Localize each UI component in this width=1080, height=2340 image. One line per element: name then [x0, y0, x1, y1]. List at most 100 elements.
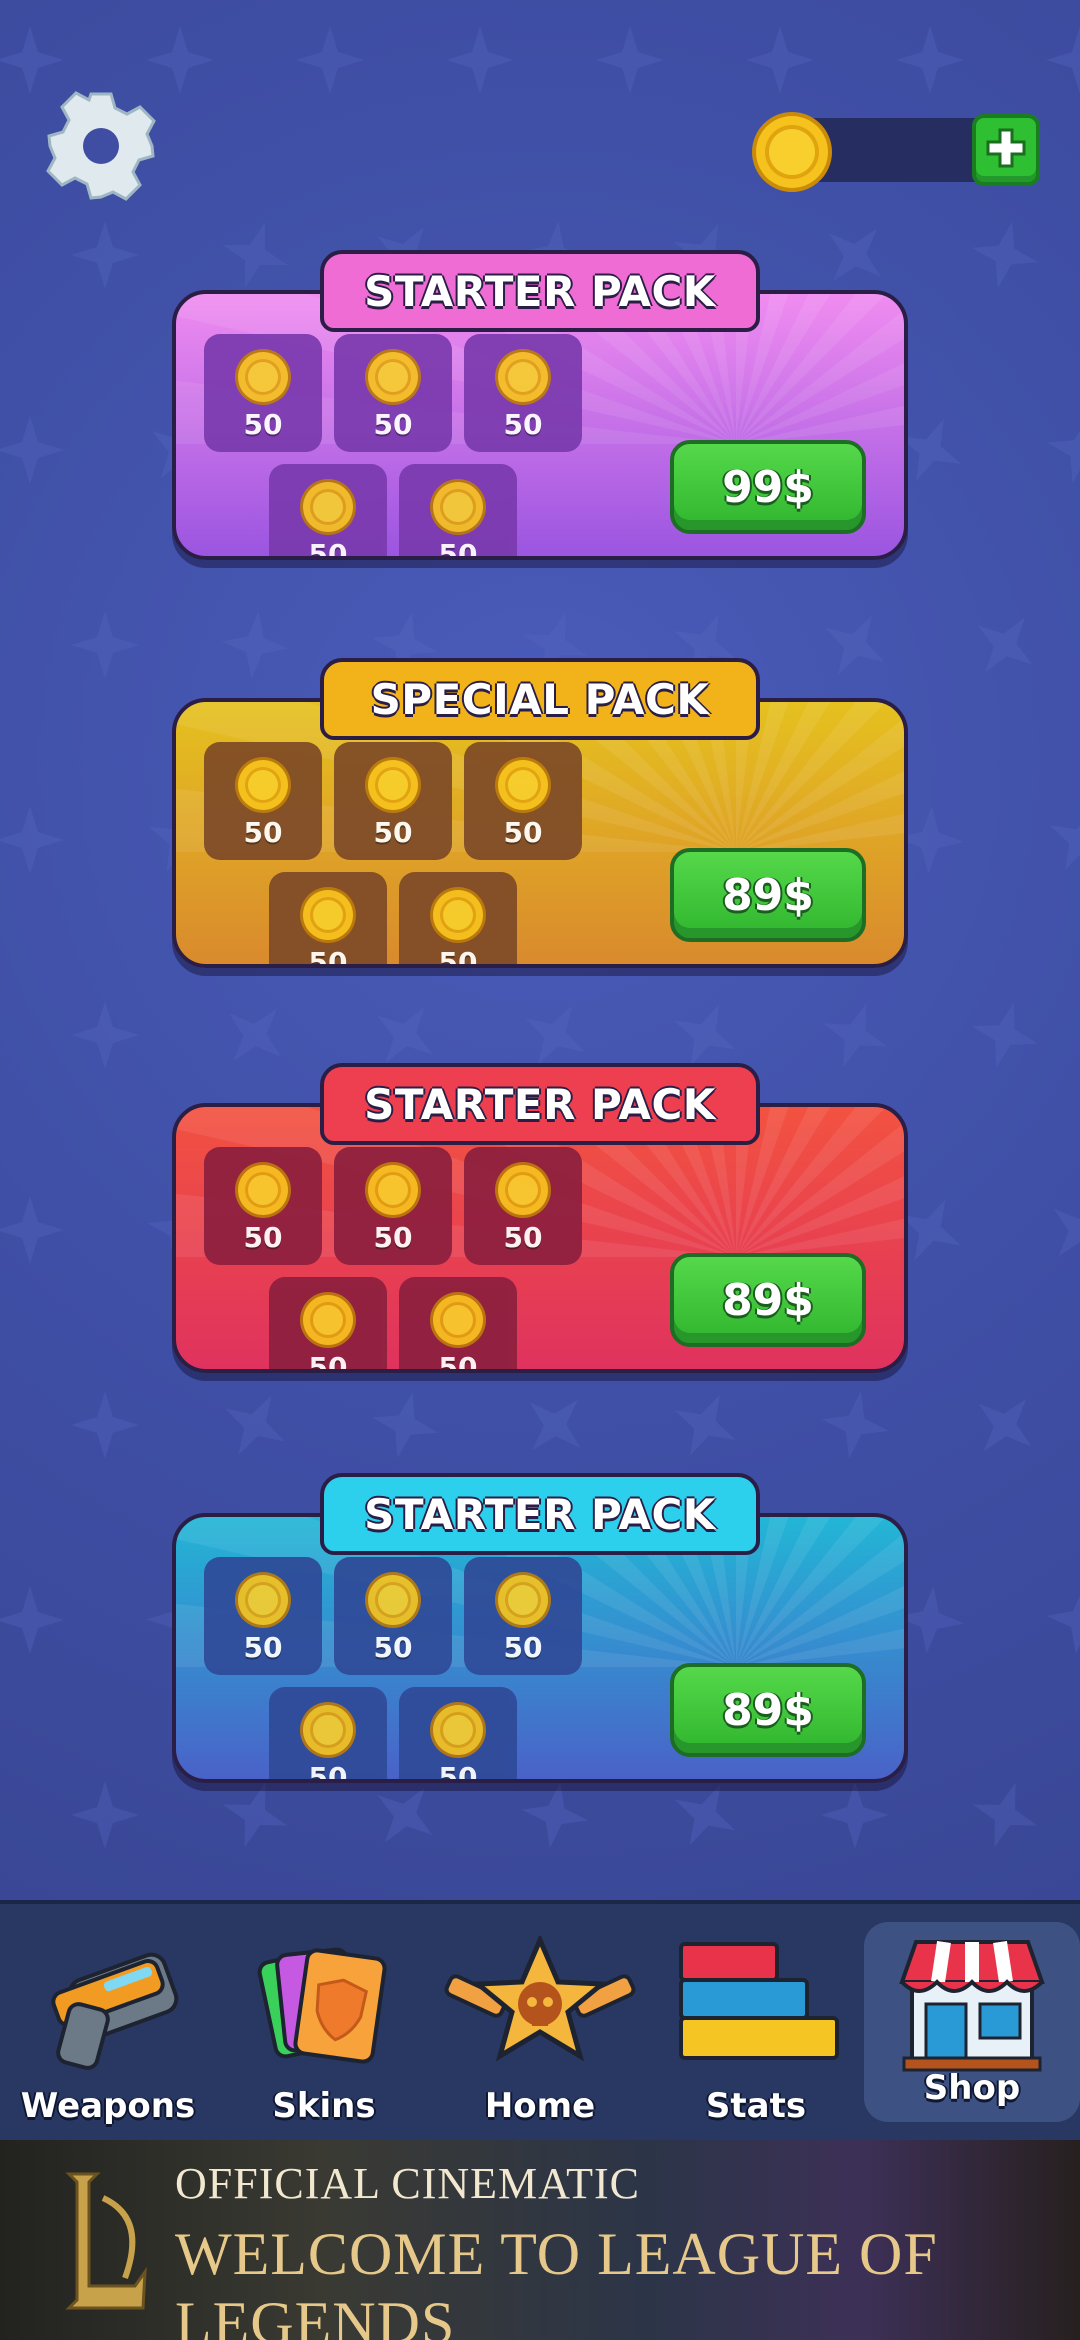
- gold-coin-icon: [495, 1572, 551, 1628]
- shuriken-decoration: [821, 1781, 889, 1849]
- coin-reward-amount: 50: [243, 408, 283, 441]
- ad-title-line1: OFFICIAL CINEMATIC: [175, 2159, 640, 2208]
- coin-reward-amount: 50: [373, 408, 413, 441]
- coin-reward-tile: 50: [204, 1557, 322, 1675]
- coin-reward-tile: 50: [269, 1277, 387, 1373]
- nav-item-home[interactable]: Home: [432, 1904, 648, 2140]
- coin-balance-bar: [750, 110, 1040, 192]
- gold-coin-icon: [495, 757, 551, 813]
- coin-reward-tile: 50: [269, 872, 387, 964]
- nav-item-shop[interactable]: Shop: [864, 1922, 1080, 2122]
- shuriken-decoration: [146, 26, 214, 94]
- bottom-navigation: Weapons Skins Home Stats Shop: [0, 1900, 1080, 2140]
- coin-reward-tile: 50: [204, 1147, 322, 1265]
- add-coins-button[interactable]: [972, 114, 1040, 186]
- shuriken-decoration: [0, 806, 64, 874]
- pack-card: 50 50 50 50 50 89$ SPECIAL PACK: [172, 658, 908, 968]
- shuriken-decoration: [71, 1781, 139, 1849]
- gold-coin-icon: [495, 1162, 551, 1218]
- nav-item-stats[interactable]: Stats: [648, 1904, 864, 2140]
- gold-coin-icon: [235, 1572, 291, 1628]
- shuriken-decoration: [1032, 1182, 1080, 1278]
- shuriken-decoration: [212, 1772, 298, 1858]
- nav-item-skins[interactable]: Skins: [216, 1904, 432, 2140]
- shop-icon: [899, 1940, 1045, 2072]
- pack-card: 50 50 50 50 50 99$ STARTER PACK: [172, 250, 908, 560]
- coin-reward-amount: 50: [503, 816, 543, 849]
- coin-reward-amount: 50: [503, 1221, 543, 1254]
- shuriken-decoration: [957, 597, 1053, 693]
- coin-reward-tile: 50: [464, 1147, 582, 1265]
- gold-coin-icon: [300, 1702, 356, 1758]
- gold-coin-icon: [495, 349, 551, 405]
- gold-coin-icon: [365, 757, 421, 813]
- gold-coin-icon: [235, 349, 291, 405]
- shuriken-decoration: [208, 1378, 302, 1472]
- coin-reward-tile: 50: [464, 334, 582, 452]
- gold-coin-icon: [300, 479, 356, 535]
- gold-coin-icon: [430, 1292, 486, 1348]
- ad-title-line2: WELCOME TO LEAGUE OF LEGENDS: [175, 2221, 938, 2340]
- shuriken-decoration: [1046, 26, 1080, 94]
- shuriken-decoration: [506, 1376, 604, 1474]
- coin-reward-tile: 50: [204, 334, 322, 452]
- coin-reward-amount: 50: [438, 1761, 478, 1783]
- shuriken-decoration: [71, 1001, 139, 1069]
- coin-reward-amount: 50: [308, 1351, 348, 1373]
- nav-item-weapons[interactable]: Weapons: [0, 1904, 216, 2140]
- shuriken-decoration: [596, 26, 664, 94]
- coin-reward-tile: 50: [334, 1147, 452, 1265]
- shuriken-decoration: [957, 1377, 1053, 1473]
- gold-coin-icon: [430, 479, 486, 535]
- pack-title-ribbon: STARTER PACK: [320, 1063, 760, 1145]
- coin-reward-tile: 50: [334, 742, 452, 860]
- gold-coin-icon: [300, 1292, 356, 1348]
- coin-reward-amount: 50: [243, 1631, 283, 1664]
- coin-reward-amount: 50: [243, 816, 283, 849]
- settings-button[interactable]: [40, 85, 162, 207]
- gold-coin-icon: [752, 112, 832, 192]
- stacked-bars-icon: [679, 1942, 839, 2060]
- coin-reward-tile: 50: [464, 742, 582, 860]
- pack-title-ribbon: STARTER PACK: [320, 250, 760, 332]
- shuriken-decoration: [0, 26, 64, 94]
- gold-coin-icon: [300, 887, 356, 943]
- shuriken-decoration: [815, 1385, 895, 1465]
- coin-reward-tile: 50: [399, 1277, 517, 1369]
- gold-coin-icon: [235, 757, 291, 813]
- shuriken-decoration: [0, 1586, 64, 1654]
- pack-card: 50 50 50 50 50 89$ STARTER PACK: [172, 1063, 908, 1373]
- pistol-icon: [51, 1952, 179, 2070]
- plus-icon: [986, 128, 1026, 168]
- coin-reward-tile: 50: [399, 872, 517, 968]
- shuriken-decoration: [1034, 794, 1080, 886]
- shuriken-decoration: [71, 611, 139, 679]
- gold-coin-icon: [365, 1572, 421, 1628]
- cards-shield-icon: [257, 1947, 387, 2064]
- shuriken-decoration: [962, 1772, 1048, 1858]
- shuriken-decoration: [0, 416, 64, 484]
- nav-label-weapons: Weapons: [20, 2086, 196, 2126]
- nav-label-stats: Stats: [705, 2086, 807, 2126]
- coin-reward-amount: 50: [373, 1631, 413, 1664]
- shuriken-decoration: [446, 26, 514, 94]
- coin-reward-tile: 50: [204, 742, 322, 860]
- coin-reward-amount: 50: [373, 1221, 413, 1254]
- gold-coin-icon: [365, 1162, 421, 1218]
- ad-banner[interactable]: OFFICIAL CINEMATIC WELCOME TO LEAGUE OF …: [0, 2140, 1080, 2340]
- coin-reward-amount: 50: [308, 1761, 348, 1783]
- coin-reward-tile: 50: [269, 464, 387, 556]
- shuriken-decoration: [963, 993, 1047, 1077]
- coin-reward-tile: 50: [399, 464, 517, 556]
- coin-reward-amount: 50: [503, 408, 543, 441]
- coin-reward-amount: 50: [438, 946, 478, 968]
- buy-pack-button[interactable]: 89$: [670, 848, 866, 942]
- coin-reward-tile: 50: [464, 1557, 582, 1675]
- buy-pack-button[interactable]: 89$: [670, 1253, 866, 1347]
- shuriken-decoration: [71, 221, 139, 289]
- buy-pack-button[interactable]: 99$: [670, 440, 866, 534]
- buy-pack-button[interactable]: 89$: [670, 1663, 866, 1757]
- coin-reward-amount: 50: [243, 1221, 283, 1254]
- gold-coin-icon: [235, 1162, 291, 1218]
- shuriken-decoration: [1039, 409, 1080, 491]
